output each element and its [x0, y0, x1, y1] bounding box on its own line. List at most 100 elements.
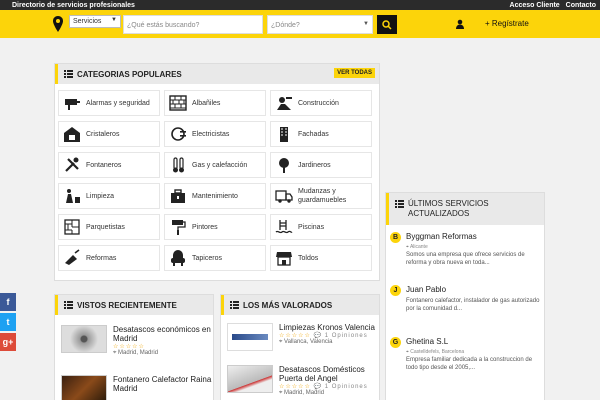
list-icon	[64, 70, 73, 78]
category-label: Cristaleros	[86, 130, 120, 138]
top-rated-header: LOS MÁS VALORADOS	[221, 295, 379, 315]
item-title[interactable]: Limpiezas Kronos Valencia	[279, 323, 379, 332]
pool-icon	[275, 220, 293, 234]
search-input[interactable]: ¿Qué estás buscando?	[123, 15, 263, 34]
list-item[interactable]: Limpiezas Kronos Valencia ☆☆☆☆☆ 💬 1 Opin…	[227, 323, 379, 351]
location-placeholder: ¿Dónde?	[271, 22, 300, 29]
location-text: Alicante	[409, 244, 428, 250]
armchair-icon	[171, 250, 185, 266]
search-placeholder: ¿Qué estás buscando?	[127, 22, 200, 29]
rating-stars: ☆☆☆☆☆ 💬 1 Opiniones	[279, 383, 379, 390]
user-icon[interactable]	[455, 19, 465, 29]
category-item[interactable]: Piscinas	[270, 214, 372, 240]
location-text: Vallanca, Valencia	[284, 339, 333, 345]
chevron-down-icon: ▼	[363, 21, 369, 27]
list-icon	[230, 301, 239, 309]
toolbox-icon	[171, 189, 185, 203]
tree-icon	[279, 158, 289, 173]
facebook-share-button[interactable]: f	[0, 293, 16, 311]
latest-title: ÚLTIMOS SERVICIOS ACTUALIZADOS	[408, 199, 489, 218]
list-item[interactable]: Fontanero Calefactor Raina Madrid	[61, 375, 213, 400]
item-location: ⌖ Madrid, Madrid	[279, 390, 325, 396]
service-item[interactable]: B Byggman Reformas ⌖ Alicante Somos una …	[390, 232, 546, 276]
kronos-thumbnail	[227, 323, 273, 351]
service-name[interactable]: Ghetina S.L	[406, 337, 448, 346]
rating-stars: ☆☆☆☆☆	[113, 344, 145, 350]
category-item[interactable]: Toldos	[270, 245, 372, 271]
category-label: Jardineros	[298, 161, 331, 169]
item-title[interactable]: Fontanero Calefactor Raina Madrid	[113, 375, 213, 393]
category-item[interactable]: Fachadas	[270, 121, 372, 147]
category-label: Parquetistas	[86, 223, 125, 231]
category-item[interactable]: Construcción	[270, 90, 372, 116]
brick-wall-icon	[169, 95, 187, 111]
chevron-down-icon: ▼	[111, 17, 117, 23]
item-title[interactable]: Desatascos económicos en Madrid	[113, 325, 213, 343]
category-label: Tapiceros	[192, 254, 222, 262]
trowel-icon	[65, 249, 80, 265]
item-title[interactable]: Desatascos Domésticos Puerta del Angel	[279, 365, 379, 383]
category-item[interactable]: Gas y calefacción	[164, 152, 266, 178]
service-description: Empresa familiar dedicada a la construcc…	[406, 357, 533, 371]
category-item[interactable]: Fontaneros	[58, 152, 160, 178]
truck-icon	[275, 190, 293, 203]
service-name[interactable]: Byggman Reformas	[406, 232, 477, 241]
plumber-thumbnail	[61, 375, 107, 400]
category-label: Reformas	[86, 254, 117, 262]
category-item[interactable]: Pintores	[164, 214, 266, 240]
category-select-value: Servicios	[73, 18, 102, 25]
category-item[interactable]: Albañiles	[164, 90, 266, 116]
twitter-icon: t	[6, 317, 10, 327]
category-label: Fontaneros	[86, 161, 122, 169]
search-bar: Servicios ▼ ¿Qué estás buscando? ¿Dónde?…	[0, 10, 600, 38]
list-item[interactable]: Desatascos económicos en Madrid ☆☆☆☆☆ ⌖ …	[61, 325, 213, 357]
categories-header: CATEGORIAS POPULARES VER TODAS	[55, 64, 379, 84]
category-item[interactable]: Mantenimiento	[164, 183, 266, 209]
service-item[interactable]: G Ghetina S.L ⌖ Castelldefels, Barcelona…	[390, 337, 546, 397]
recent-header: VISTOS RECIENTEMENTE	[55, 295, 213, 315]
letter-badge: J	[390, 285, 401, 296]
service-description: Fontanero calefactor, instalador de gas …	[406, 298, 540, 312]
service-item[interactable]: J Juan Pablo Fontanero calefactor, insta…	[390, 285, 546, 329]
awning-icon	[276, 252, 292, 266]
category-item[interactable]: Cristaleros	[58, 121, 160, 147]
category-item[interactable]: Parquetistas	[58, 214, 160, 240]
building-icon	[280, 127, 288, 142]
see-all-button[interactable]: VER TODAS	[334, 68, 375, 78]
category-label: Alarmas y seguridad	[86, 99, 150, 107]
service-name[interactable]: Juan Pablo	[406, 285, 446, 294]
category-label: Limpieza	[86, 192, 115, 200]
camera-icon	[65, 99, 80, 110]
search-button[interactable]	[377, 15, 397, 34]
drain-thumbnail	[61, 325, 107, 353]
category-item[interactable]: Jardineros	[270, 152, 372, 178]
top-links: Acceso Cliente Contacto	[506, 2, 596, 9]
location-text: Madrid, Madrid	[284, 390, 325, 396]
category-item[interactable]: Mudanzas y guardamuebles	[270, 183, 372, 209]
google-share-button[interactable]: g+	[0, 333, 16, 351]
facebook-icon: f	[6, 297, 10, 307]
list-item[interactable]: Desatascos Domésticos Puerta del Angel ☆…	[227, 365, 379, 397]
register-link[interactable]: + Regístrate	[485, 19, 529, 28]
category-item[interactable]: Alarmas y seguridad	[58, 90, 160, 116]
location-input[interactable]: ¿Dónde? ▼	[267, 15, 373, 34]
twitter-share-button[interactable]: t	[0, 313, 16, 331]
category-item[interactable]: Limpieza	[58, 183, 160, 209]
latest-header: ÚLTIMOS SERVICIOS ACTUALIZADOS	[386, 193, 544, 225]
service-location: ⌖ Castelldefels, Barcelona	[406, 349, 465, 355]
category-label: Construcción	[298, 99, 339, 107]
category-item[interactable]: Reformas	[58, 245, 160, 271]
category-item[interactable]: Tapiceros	[164, 245, 266, 271]
category-select[interactable]: Servicios ▼	[69, 15, 121, 28]
category-label: Electricistas	[192, 130, 230, 138]
letter-badge: B	[390, 232, 401, 243]
top-rated-title: LOS MÁS VALORADOS	[243, 300, 333, 310]
category-item[interactable]: Electricistas	[164, 121, 266, 147]
recent-title: VISTOS RECIENTEMENTE	[77, 300, 177, 310]
construction-icon	[277, 97, 292, 110]
thermometer-icon	[173, 157, 184, 173]
contact-link[interactable]: Contacto	[566, 2, 596, 9]
google-plus-icon: g+	[2, 337, 14, 347]
parquet-icon	[64, 219, 80, 235]
client-access-link[interactable]: Acceso Cliente	[510, 2, 560, 9]
